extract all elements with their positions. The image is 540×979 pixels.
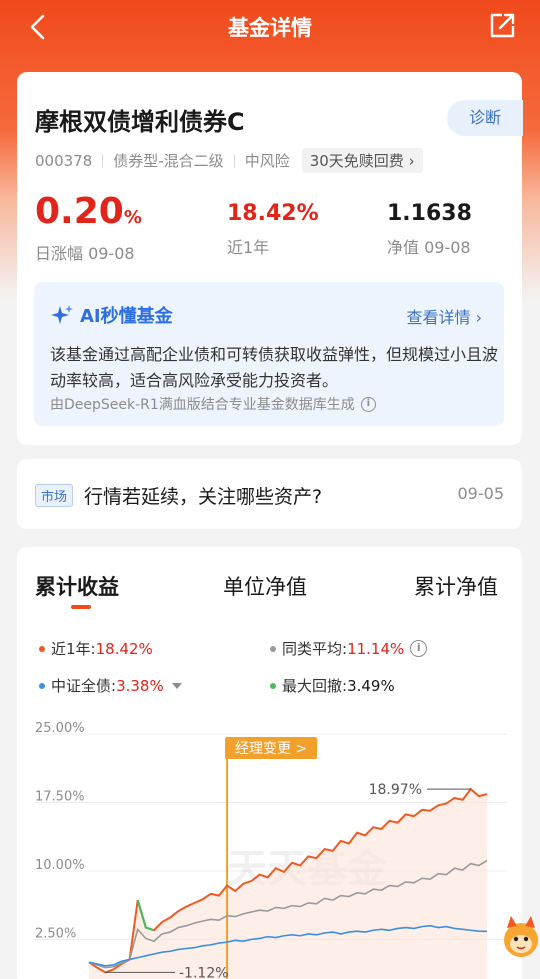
market-news-card[interactable]: 市场 行情若延续，关注哪些资产? 09-05 — [17, 459, 522, 529]
year-return-label: 近1年 — [227, 238, 270, 257]
market-tag: 市场 — [35, 484, 74, 507]
legend-index[interactable]: 中证全债: 3.38% — [39, 675, 182, 696]
ai-summary-text: 该基金通过高配企业债和可转债获取收益弹性，但规模过小且波动率较高，适合高风险承受… — [50, 345, 499, 390]
daily-change-label: 日涨幅 09-08 — [35, 244, 135, 263]
info-icon[interactable]: i — [360, 396, 376, 412]
fund-type: 债券型-混合二级 — [113, 152, 224, 170]
fund-name: 摩根双债增利债券C — [35, 108, 245, 136]
market-date: 09-05 — [457, 484, 505, 503]
info-icon[interactable]: i — [410, 640, 428, 657]
legend-fund: 近1年: 18.42% — [39, 638, 153, 659]
manager-change-label: 经理变更 > — [235, 741, 307, 757]
min-annotation: -1.12% — [179, 965, 229, 979]
tab-cumulative-return[interactable]: 累计收益 — [35, 571, 119, 601]
performance-card: 累计收益 单位净值 累计净值 近1年: 18.42% 同类平均: 11.14% i 中… — [17, 547, 522, 979]
sparkle-icon — [51, 305, 73, 324]
market-headline[interactable]: 行情若延续，关注哪些资产? — [84, 482, 322, 509]
return-chart[interactable]: 25.00%17.50%10.00%2.50%天天基金经理变更 >18.97%-… — [17, 707, 522, 979]
max-annotation: 18.97% — [369, 782, 422, 798]
fund-area — [89, 789, 487, 979]
ai-more-link[interactable]: 查看详情 › — [407, 304, 483, 328]
year-return-stat: 18.42% 近1年 — [227, 200, 319, 258]
nav-value: 1.1638 — [387, 201, 472, 226]
mascot-icon[interactable] — [497, 912, 540, 962]
legend-peer: 同类平均: 11.14% i — [270, 638, 428, 659]
fee-badge[interactable]: 30天免赎回费 › — [301, 148, 423, 173]
share-icon[interactable] — [488, 12, 516, 40]
y-tick-label: 10.00% — [35, 858, 85, 873]
year-return-value: 18.42% — [227, 201, 319, 226]
page-title: 基金详情 — [228, 16, 312, 40]
fund-meta: 000378 债券型-混合二级 中风险 30天免赎回费 › — [35, 148, 423, 173]
fund-summary-card: 摩根双债增利债券C 诊断 000378 债券型-混合二级 中风险 30天免赎回费… — [17, 72, 523, 445]
daily-change-stat: 0.20% 日涨幅 09-08 — [35, 191, 142, 264]
fund-code: 000378 — [35, 151, 93, 170]
y-tick-label: 25.00% — [35, 721, 85, 736]
top-bar: 基金详情 — [0, 0, 540, 54]
ai-title: AI秒懂基金 — [50, 302, 173, 328]
ai-summary-box: AI秒懂基金 查看详情 › 该基金通过高配企业债和可转债获取收益弹性，但规模过小… — [34, 282, 504, 426]
legend-drawdown: 最大回撤: 3.49% — [270, 675, 395, 696]
tab-cumulative-nav[interactable]: 累计净值 — [414, 571, 498, 601]
ai-source: 由DeepSeek-R1满血版结合专业基金数据库生成 i — [50, 394, 376, 414]
diagnose-button[interactable]: 诊断 — [447, 100, 523, 136]
fund-risk: 中风险 — [244, 152, 290, 170]
chevron-down-icon[interactable] — [171, 682, 182, 689]
y-tick-label: 2.50% — [35, 926, 76, 941]
nav-label: 净值 09-08 — [387, 238, 471, 257]
tab-unit-nav[interactable]: 单位净值 — [223, 571, 307, 601]
nav-stat: 1.1638 净值 09-08 — [387, 200, 472, 258]
tab-underline — [71, 605, 91, 609]
y-tick-label: 17.50% — [35, 790, 85, 805]
daily-change-value: 0.20 — [35, 191, 124, 232]
